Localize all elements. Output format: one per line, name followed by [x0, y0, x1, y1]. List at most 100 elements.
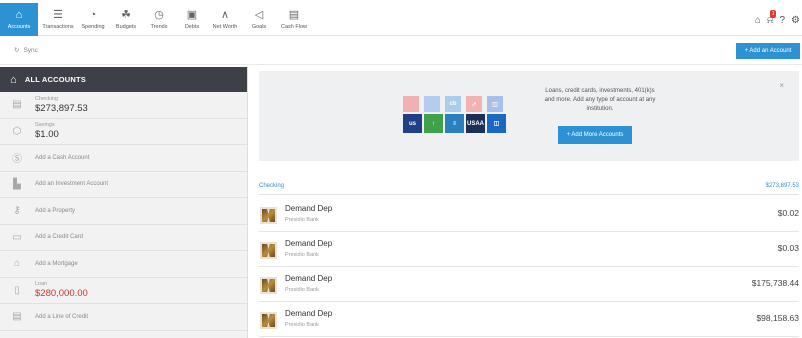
dollar-icon: Ⓢ: [12, 154, 22, 166]
sub-bar: ↻ Sync + Add an Account: [0, 37, 802, 65]
add-account-link: Add an Investment Account: [35, 181, 109, 188]
bank-logo-icon: [260, 207, 277, 224]
sidebar-item-add-a-credit-card[interactable]: ▭ Add a Credit Card: [0, 225, 247, 251]
checking-icon: ▤: [12, 99, 22, 111]
clock-icon: ◷: [154, 9, 164, 21]
cashflow-icon: ▤: [288, 9, 300, 21]
account-row[interactable]: Demand Dep Presidio Bank $98,158.63: [259, 302, 799, 337]
nav-item-accounts[interactable]: ⌂ Accounts: [0, 3, 38, 36]
sidebar-item-add-a-mortgage[interactable]: ⌂ Add a Mortgage: [0, 251, 247, 278]
sidebar-item-loan[interactable]: ▯ Loan $280,000.00: [0, 278, 247, 304]
institution-logo-icon: [403, 96, 419, 112]
sync-icon: ↻: [14, 47, 20, 54]
nav-item-label: Accounts: [7, 24, 31, 30]
all-accounts-header[interactable]: ⌂ ALL ACCOUNTS: [0, 67, 247, 92]
account-type-label: Savings: [35, 122, 55, 129]
nav-item-debts[interactable]: ▣ Debts: [176, 3, 208, 36]
institution-logo-icon: USAA: [466, 114, 485, 133]
bank-name: Presidio Bank: [285, 252, 319, 258]
institution-logo-icon: ◫: [487, 114, 506, 133]
nav-item-trends[interactable]: ◷ Trends: [143, 3, 175, 36]
account-balance: $0.02: [777, 208, 799, 218]
account-amount: $1.00: [35, 129, 59, 141]
account-row[interactable]: Demand Dep Presidio Bank $175,738.44: [259, 267, 799, 302]
promo-text: Loans, credit cards, investments, 401(k)…: [541, 87, 659, 114]
nav-item-label: Budgets: [115, 24, 137, 30]
bank-name: Presidio Bank: [285, 287, 319, 293]
bank-logo-icon: [260, 312, 277, 329]
account-amount: $273,897.53: [35, 102, 88, 114]
budget-icon: ☘: [121, 9, 131, 21]
nav-item-transactions[interactable]: ☰ Transactions: [40, 3, 76, 36]
list-icon: ☰: [53, 9, 63, 21]
bank-logo-icon: [260, 242, 277, 259]
nav-item-label: Cash Flow: [281, 24, 307, 30]
nav-item-goals[interactable]: ◁ Goals: [242, 3, 276, 36]
nav-item-label: Goals: [251, 24, 267, 30]
add-more-accounts-button[interactable]: + Add More Accounts: [558, 126, 632, 144]
checking-section-header[interactable]: Checking $273,897.53: [259, 180, 799, 195]
accounts-sidebar: ⌂ ALL ACCOUNTS ▤ Checking $273,897.53 ⬡ Savi…: [0, 67, 248, 338]
bank-icon: ⌂: [15, 9, 23, 21]
sidebar-item-add-a-property[interactable]: ⚷ Add a Property: [0, 198, 247, 225]
sync-label: Sync: [23, 46, 38, 54]
account-name: Demand Dep: [285, 274, 333, 283]
savings-icon: ⬡: [12, 125, 22, 137]
gear-icon[interactable]: ⚙: [791, 15, 800, 26]
add-account-link: Add a Line of Credit: [35, 313, 89, 320]
nav-item-label: Spending: [81, 24, 105, 30]
nav-item-net-worth[interactable]: ∧ Net Worth: [208, 3, 242, 36]
sidebar-item-checking[interactable]: ▤ Checking $273,897.53: [0, 92, 247, 119]
sidebar-rows: ▤ Checking $273,897.53 ⬡ Savings $1.00 Ⓢ Add a …: [0, 92, 247, 331]
add-account-link: Add a Property: [35, 207, 76, 214]
institution-logo-icon: us: [403, 114, 422, 133]
sidebar-item-add-a-cash-account[interactable]: Ⓢ Add a Cash Account: [0, 145, 247, 172]
sync-button[interactable]: ↻ Sync: [14, 46, 38, 55]
account-balance: $0.03: [777, 243, 799, 253]
all-accounts-title: ALL ACCOUNTS: [24, 75, 87, 84]
help-icon[interactable]: ?: [779, 15, 785, 26]
institution-logo-icon: cb: [445, 96, 461, 112]
bank-name: Presidio Bank: [285, 217, 319, 223]
flag-icon: ◁: [254, 9, 264, 21]
nav-item-label: Debts: [184, 24, 200, 30]
add-account-link: Add a Mortgage: [35, 260, 78, 267]
nav-item-label: Net Worth: [212, 24, 238, 30]
house-icon: ⌂: [13, 258, 21, 270]
account-row[interactable]: Demand Dep Presidio Bank $0.02: [259, 197, 799, 232]
add-accounts-promo: × cb ↗ ◫ us ↑ ≡ USAA ◫ Loans, credit cards, inv…: [259, 71, 799, 161]
institution-logo-icon: ↗: [466, 96, 482, 112]
sidebar-item-add-an-investment-account[interactable]: ▙ Add an Investment Account: [0, 172, 247, 198]
nav-item-label: Trends: [150, 24, 168, 30]
close-icon[interactable]: ×: [779, 81, 784, 90]
top-right-icons: ⌂ ⍾ 1 ? ⚙: [755, 10, 800, 26]
debt-icon: ▣: [186, 9, 198, 21]
key-icon: ⚷: [13, 205, 21, 217]
account-type-label: Loan: [35, 281, 48, 288]
line-of-credit-icon: ▤: [12, 311, 22, 323]
networth-icon: ∧: [220, 9, 230, 21]
sidebar-item-savings[interactable]: ⬡ Savings $1.00: [0, 119, 247, 145]
section-label: Checking: [259, 183, 285, 189]
investment-icon: ▙: [13, 178, 21, 190]
pie-icon: ◔: [89, 9, 97, 21]
account-name: Demand Dep: [285, 239, 333, 248]
credit-card-icon: ▭: [12, 231, 22, 243]
nav-item-cash-flow[interactable]: ▤ Cash Flow: [277, 3, 311, 36]
institution-logos: cb ↗ ◫ us ↑ ≡ USAA ◫: [403, 96, 506, 141]
institution-logo-icon: ↑: [424, 114, 443, 133]
notifications-bell-icon[interactable]: ⍾ 1: [767, 10, 777, 26]
institution-logo-icon: ≡: [445, 114, 464, 133]
sidebar-item-add-a-line-of-credit[interactable]: ▤ Add a Line of Credit: [0, 304, 247, 331]
bank-name: Presidio Bank: [285, 322, 319, 328]
loan-icon: ▯: [14, 284, 20, 296]
bank-icon[interactable]: ⌂: [755, 15, 761, 26]
account-type-label: Checking: [35, 95, 58, 102]
add-account-button[interactable]: + Add an Account: [736, 43, 800, 59]
account-row[interactable]: Demand Dep Presidio Bank $0.03: [259, 232, 799, 267]
institution-logo-icon: ◫: [487, 96, 503, 112]
nav-item-budgets[interactable]: ☘ Budgets: [110, 3, 142, 36]
nav-item-spending[interactable]: ◔ Spending: [77, 3, 109, 36]
promo-text-bold: Add any type of account at any instituti…: [572, 97, 656, 112]
account-balance: $175,738.44: [751, 278, 799, 288]
